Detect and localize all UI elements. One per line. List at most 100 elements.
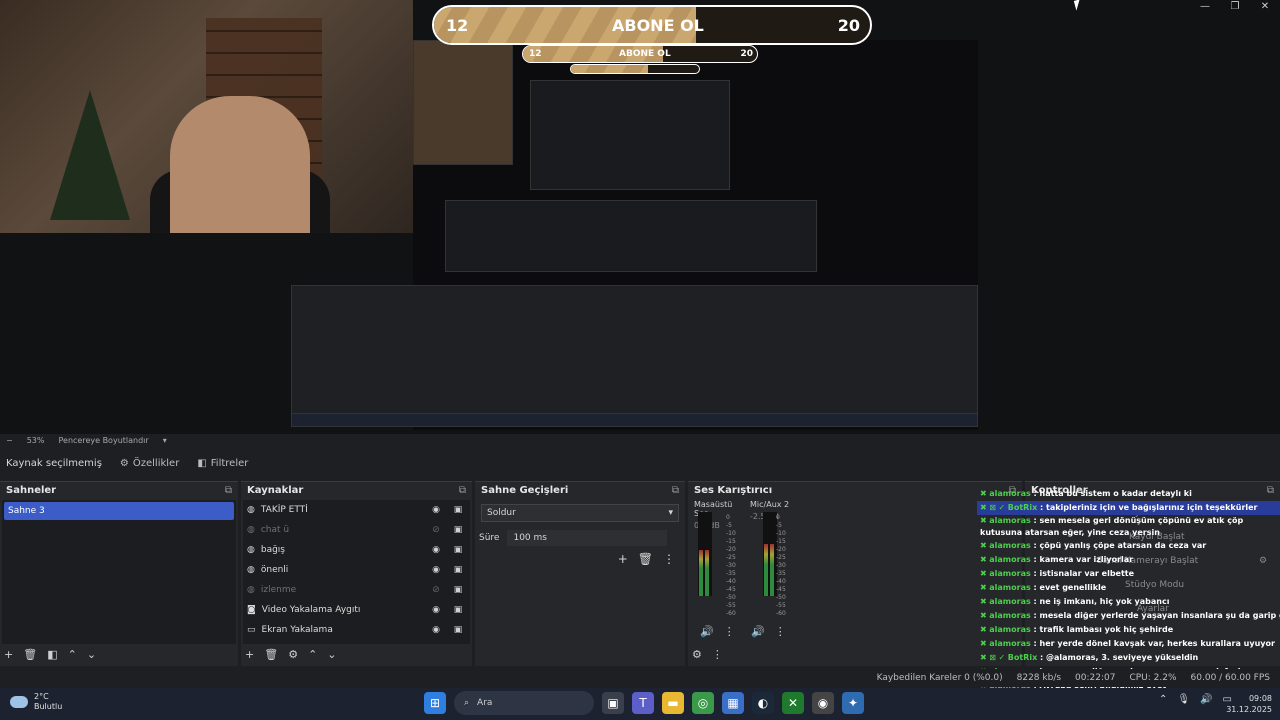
move-down-icon[interactable]: ⌄ — [327, 648, 336, 661]
audio-mixer-dock: Ses Karıştırıcı ⧉ Masaüstü Ses 0.0 dB 0-… — [688, 481, 1022, 666]
trash-icon[interactable]: 🗑 — [23, 648, 37, 661]
taskbar: 2°C Bulutlu ⊞ ⌕ Ara ▣ T ▬ ◎ ▦ ◐ ✕ ◉ ✦ ⌃ … — [0, 688, 1280, 720]
close-button[interactable]: ✕ — [1250, 0, 1280, 14]
clock-date: 31.12.2025 — [1226, 705, 1272, 714]
lock-icon[interactable]: ▣ — [450, 525, 466, 535]
move-up-icon[interactable]: ⌃ — [308, 648, 317, 661]
chevron-down-icon[interactable]: ▾ — [163, 436, 167, 445]
gear-icon[interactable]: ⚙ — [288, 648, 298, 661]
browser-icon: ◍ — [247, 545, 255, 555]
task-view-icon[interactable]: ▣ — [602, 692, 624, 714]
steam-icon[interactable]: ◐ — [752, 692, 774, 714]
undock-icon[interactable]: ⧉ — [672, 485, 679, 496]
weather-desc: Bulutlu — [34, 702, 63, 711]
trash-icon[interactable]: 🗑 — [264, 648, 278, 661]
properties-label: Özellikler — [132, 457, 180, 469]
scenes-list: Sahne 3 — [2, 500, 236, 644]
tray-chevron-icon[interactable]: ⌃ — [1159, 694, 1167, 705]
scene-item[interactable]: Sahne 3 — [4, 502, 234, 520]
source-name: chat ü — [260, 525, 290, 535]
chat-message: ✖ alamoras : istisnalar var elbette — [977, 567, 1280, 581]
obs-icon[interactable]: ◉ — [812, 692, 834, 714]
meter-scale: 0 -5 -10 -15 -20 -25 -30 -35 -40 -45 -50 -55 -60 — [726, 514, 736, 618]
lock-icon[interactable]: ▣ — [450, 605, 466, 615]
scale-tick: -5 — [776, 522, 782, 529]
chat-text: @alamoras, 3. seviyeye yükseldin — [1046, 653, 1199, 662]
undock-icon[interactable]: ⧉ — [225, 485, 232, 496]
source-row[interactable]: ◍ izlenme ⊘ ▣ — [243, 580, 470, 600]
eye-icon[interactable]: ◉ — [428, 545, 444, 555]
teams-icon[interactable]: T — [632, 692, 654, 714]
source-row[interactable]: ◍ bağış ◉ ▣ — [243, 540, 470, 560]
more-options-icon[interactable]: ⋮ — [712, 648, 723, 661]
weather-widget[interactable]: 2°C Bulutlu — [10, 692, 62, 712]
zoom-mode[interactable]: Pencereye Boyutlandır — [58, 436, 148, 445]
scene-filters-icon[interactable]: ◧ — [47, 648, 57, 661]
add-transition-button[interactable]: + — [618, 552, 628, 566]
user-badge-icon: ✖ — [980, 541, 990, 550]
more-options-icon[interactable]: ⋮ — [775, 625, 786, 638]
filter-icon: ◧ — [197, 457, 207, 469]
monitor-icon: ▭ — [247, 625, 256, 635]
volume-icon[interactable]: 🔊 — [1200, 694, 1212, 705]
app-icon[interactable]: ✦ — [842, 692, 864, 714]
eye-icon[interactable]: ◉ — [428, 565, 444, 575]
more-options-icon[interactable]: ⋮ — [663, 552, 675, 566]
move-down-icon[interactable]: ⌄ — [87, 648, 96, 661]
scale-tick: -50 — [726, 594, 736, 601]
duration-input[interactable]: 100 ms — [507, 530, 668, 546]
user-badge-icon: ✖ — [980, 516, 990, 525]
sources-dock: Kaynaklar ⧉ ◍ TAKİP ETTİ ◉ ▣ ◍ chat ü ⊘ … — [241, 481, 472, 666]
add-source-button[interactable]: + — [245, 648, 254, 661]
volume-meter — [763, 512, 777, 596]
add-scene-button[interactable]: + — [4, 648, 13, 661]
source-row[interactable]: ▭ Ekran Yakalama ◉ ▣ — [243, 620, 470, 640]
xbox-icon[interactable]: ✕ — [782, 692, 804, 714]
user-badge-icon: ✖ — [980, 597, 990, 606]
source-row[interactable]: ◙ Video Yakalama Aygıtı ◉ ▣ — [243, 600, 470, 620]
eye-icon[interactable]: ◉ — [428, 505, 444, 515]
source-row[interactable]: ◍ önenli ◉ ▣ — [243, 560, 470, 580]
browser-icon: ◍ — [247, 585, 255, 595]
minimize-button[interactable]: — — [1190, 0, 1220, 14]
scale-tick: -55 — [776, 602, 786, 609]
source-name: TAKİP ETTİ — [260, 505, 308, 515]
transition-select[interactable]: Soldur ▾ — [481, 504, 679, 522]
more-options-icon[interactable]: ⋮ — [724, 625, 735, 638]
eye-icon[interactable]: ◉ — [428, 625, 444, 635]
properties-button[interactable]: ⚙ Özellikler — [120, 458, 179, 469]
lock-icon[interactable]: ▣ — [450, 625, 466, 635]
speaker-icon[interactable]: 🔊 — [700, 625, 714, 638]
mixer-settings-icon[interactable]: ⚙ — [692, 648, 702, 661]
cpu-usage: CPU: 2.2% — [1129, 673, 1177, 683]
scale-tick: -45 — [776, 586, 786, 593]
maximize-button[interactable]: ❐ — [1220, 0, 1250, 14]
preview-canvas[interactable]: 12 ABONE OL 20 12 ABONE OL 20 — [0, 0, 1280, 434]
taskbar-clock[interactable]: 09:08 31.12.2025 — [1226, 693, 1272, 715]
lock-icon[interactable]: ▣ — [450, 565, 466, 575]
scale-tick: -55 — [726, 602, 736, 609]
chrome-icon[interactable]: ◎ — [692, 692, 714, 714]
filters-button[interactable]: ◧ Filtreler — [197, 458, 248, 469]
taskbar-search[interactable]: ⌕ Ara — [454, 691, 594, 715]
source-name: Video Yakalama Aygıtı — [261, 605, 361, 615]
move-up-icon[interactable]: ⌃ — [68, 648, 77, 661]
undock-icon[interactable]: ⧉ — [459, 485, 466, 496]
source-row[interactable]: ◍ TAKİP ETTİ ◉ ▣ — [243, 500, 470, 520]
file-explorer-icon[interactable]: ▬ — [662, 692, 684, 714]
chat-username: alamoras — [989, 639, 1031, 648]
lock-icon[interactable]: ▣ — [450, 505, 466, 515]
speaker-icon[interactable]: 🔊 — [751, 625, 765, 638]
windows-start-icon[interactable]: ⊞ — [424, 692, 446, 714]
zoom-out-button[interactable]: − — [6, 436, 13, 445]
lock-icon[interactable]: ▣ — [450, 545, 466, 555]
trash-icon[interactable]: 🗑 — [638, 552, 653, 566]
store-icon[interactable]: ▦ — [722, 692, 744, 714]
eye-icon[interactable]: ◉ — [428, 605, 444, 615]
stream-time: 00:22:07 — [1075, 673, 1116, 683]
eye-hidden-icon[interactable]: ⊘ — [428, 525, 444, 535]
source-row[interactable]: ◍ chat ü ⊘ ▣ — [243, 520, 470, 540]
eye-hidden-icon[interactable]: ⊘ — [428, 585, 444, 595]
mic-icon[interactable]: 🎙 — [1177, 694, 1190, 705]
lock-icon[interactable]: ▣ — [450, 585, 466, 595]
